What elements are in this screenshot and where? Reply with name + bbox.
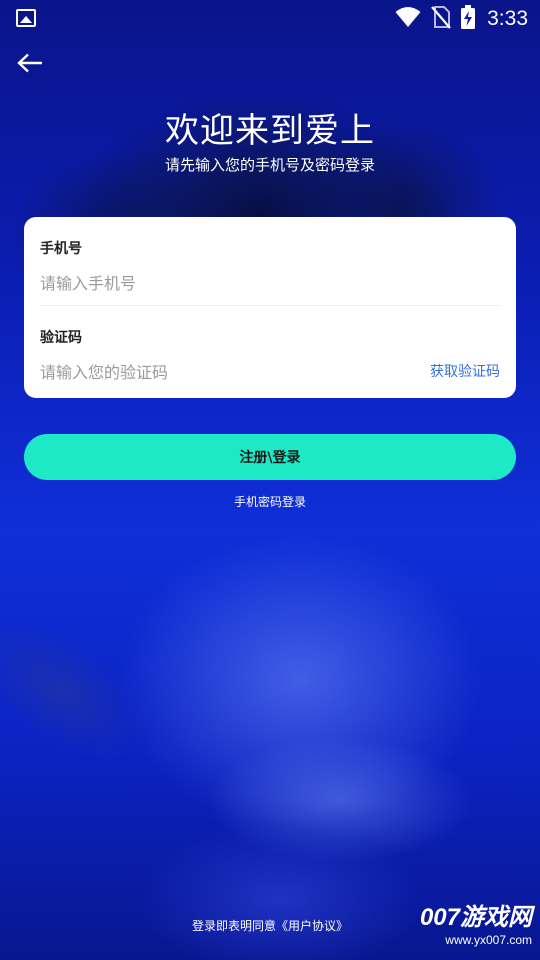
battery-charging-icon — [461, 5, 476, 33]
login-card: 手机号 验证码 获取验证码 — [24, 217, 516, 398]
password-login-link[interactable]: 手机密码登录 — [0, 493, 540, 510]
status-bar: 3:33 — [0, 0, 540, 38]
page-subtitle: 请先输入您的手机号及密码登录 — [164, 156, 375, 174]
wifi-icon — [395, 6, 421, 32]
status-left — [16, 9, 36, 27]
status-time: 3:33 — [487, 7, 528, 30]
agreement-prefix: 登录即表明同意 — [191, 919, 276, 933]
get-code-button[interactable]: 获取验证码 — [430, 361, 500, 381]
page-title: 欢迎来到爱上 — [165, 111, 375, 151]
no-sim-icon — [431, 5, 451, 33]
status-right: 3:33 — [395, 4, 528, 34]
phone-input[interactable] — [40, 271, 500, 295]
watermark-brand: 007游戏网 — [419, 904, 532, 931]
code-label: 验证码 — [40, 330, 82, 346]
watermark-url: www.yx007.com — [445, 933, 532, 947]
background-arm-shape — [0, 591, 171, 789]
code-input[interactable] — [40, 360, 400, 384]
phone-label: 手机号 — [40, 241, 82, 257]
user-agreement-link[interactable]: 《用户协议》 — [276, 919, 348, 933]
register-login-button[interactable]: 注册\登录 — [24, 434, 516, 480]
back-arrow-icon — [17, 53, 42, 73]
back-button[interactable] — [14, 48, 46, 78]
field-divider — [40, 305, 500, 306]
watermark: 007游戏网 www.yx007.com — [402, 904, 532, 948]
gallery-icon — [16, 9, 36, 27]
